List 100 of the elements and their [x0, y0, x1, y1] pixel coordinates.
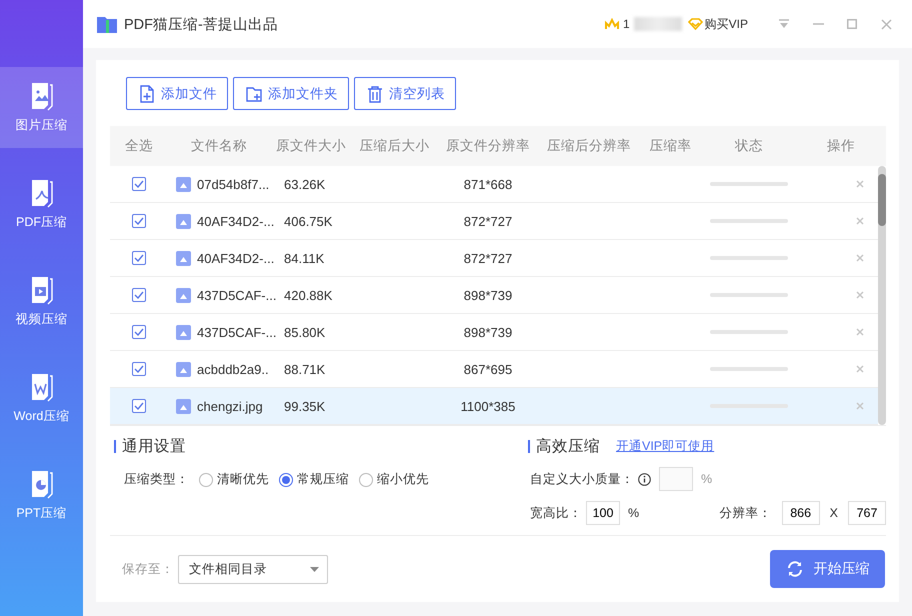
field-label: 保存至：	[122, 560, 174, 578]
file-name: acbddb2a9..	[197, 362, 269, 376]
checkbox[interactable]	[132, 325, 146, 339]
redaction-mark	[634, 17, 682, 31]
crown-icon	[604, 18, 619, 30]
sidebar-item[interactable]: 图片压缩	[0, 67, 83, 148]
section-title: 通用设置	[122, 437, 186, 457]
image-file-icon	[176, 324, 191, 340]
remove-icon[interactable]	[856, 254, 864, 262]
column-header: 压缩后分辨率	[546, 137, 632, 155]
file-name: 437D5CAF-...	[197, 324, 276, 340]
vip-link[interactable]: 开通VIP即可使用	[616, 438, 714, 455]
radio-button[interactable]	[199, 472, 213, 486]
image-file-icon	[176, 176, 191, 192]
radio-button[interactable]	[279, 472, 293, 486]
image-file-icon	[176, 288, 191, 302]
table-row[interactable]: chengzi.jpg 99.35K 1100*385	[110, 388, 878, 425]
save-location-dropdown[interactable]: 文件相同目录	[178, 554, 328, 584]
checkbox[interactable]	[132, 251, 146, 265]
minimize-icon[interactable]	[812, 23, 824, 25]
sidebar-item[interactable]: Word压缩	[0, 358, 83, 439]
buy-vip-link[interactable]: 购买VIP	[704, 16, 748, 32]
remove-icon[interactable]	[856, 328, 864, 336]
file-size: 99.35K	[283, 398, 326, 414]
resolution: 867*695	[462, 362, 514, 376]
column-header: 原文件分辨率	[445, 137, 531, 155]
width-field[interactable]: 866	[782, 501, 820, 525]
toolbar-button[interactable]: 添加文件夹	[233, 77, 349, 110]
file-name: chengzi.jpg	[197, 398, 263, 414]
unit-label: %	[628, 506, 640, 520]
column-header: 状态	[734, 137, 764, 155]
field-label: 自定义大小质量：	[530, 470, 634, 488]
file-name: 437D5CAF-...	[197, 288, 276, 302]
image-file-icon	[176, 398, 191, 414]
file-size: 63.26K	[283, 176, 326, 192]
field-label: 宽高比：	[530, 504, 582, 522]
radio-label[interactable]: 清晰优先	[217, 471, 269, 488]
column-header: 全选	[124, 137, 154, 155]
resolution: 898*739	[462, 324, 514, 340]
remove-icon[interactable]	[856, 217, 864, 225]
caret-icon	[310, 566, 319, 572]
remove-icon[interactable]	[856, 402, 864, 410]
unit-label: %	[701, 472, 712, 486]
checkbox[interactable]	[132, 288, 146, 302]
radio-label[interactable]: 常规压缩	[297, 471, 349, 488]
sidebar-item[interactable]: 视频压缩	[0, 261, 83, 342]
remove-icon[interactable]	[856, 180, 864, 188]
checkbox[interactable]	[132, 214, 146, 228]
column-header: 操作	[826, 137, 856, 155]
file-size: 88.71K	[283, 362, 326, 376]
column-header: 压缩后大小	[358, 137, 430, 155]
column-header: 文件名称	[190, 137, 248, 155]
ratio-field[interactable]: 100	[586, 501, 620, 525]
toolbar-button[interactable]: 清空列表	[354, 77, 456, 110]
trash-icon	[367, 84, 383, 102]
maximize-icon[interactable]	[847, 19, 857, 29]
section-title: 高效压缩	[536, 437, 600, 457]
checkbox[interactable]	[132, 177, 146, 191]
image-file-icon	[176, 250, 191, 266]
table-row[interactable]: 437D5CAF-... 420.88K 898*739	[110, 277, 878, 314]
resolution: 898*739	[462, 288, 514, 302]
scrollbar[interactable]	[878, 166, 886, 425]
resolution: 872*727	[462, 250, 514, 266]
radio-label[interactable]: 缩小优先	[377, 471, 429, 488]
remove-icon[interactable]	[856, 291, 864, 299]
checkbox[interactable]	[132, 362, 146, 376]
image-file-icon	[176, 214, 191, 228]
table-row[interactable]: 40AF34D2-... 406.75K 872*727	[110, 203, 878, 240]
column-header: 压缩率	[648, 137, 692, 155]
folder-zip-icon	[96, 14, 118, 34]
sidebar-item[interactable]: PDF压缩	[0, 164, 83, 245]
field-label: 压缩类型：	[124, 471, 189, 488]
diamond-icon	[688, 18, 703, 30]
table-row[interactable]: 437D5CAF-... 85.80K 898*739	[110, 314, 878, 351]
radio-button[interactable]	[359, 472, 373, 486]
add-folder-icon	[246, 84, 262, 102]
remove-icon[interactable]	[856, 365, 864, 373]
field-label: 分辨率：	[720, 504, 772, 522]
start-button[interactable]: 开始压缩	[770, 550, 885, 588]
user-name: 1	[622, 17, 630, 31]
close-icon[interactable]	[880, 18, 892, 30]
menu-icon[interactable]	[778, 19, 790, 29]
file-name: 40AF34D2-...	[197, 250, 274, 266]
image-file-icon	[176, 362, 191, 376]
resolution: 872*727	[462, 214, 514, 228]
resolution: 1100*385	[460, 398, 516, 414]
file-name: 07d54b8f7...	[197, 176, 270, 192]
refresh-icon	[786, 560, 804, 578]
checkbox[interactable]	[132, 399, 146, 413]
toolbar-button[interactable]: 添加文件	[126, 77, 228, 110]
column-header: 原文件大小	[275, 137, 347, 155]
table-row[interactable]: 07d54b8f7... 63.26K 871*668	[110, 166, 878, 203]
add-file-icon	[139, 84, 155, 102]
file-name: 40AF34D2-...	[197, 214, 274, 228]
window-title: PDF猫压缩-菩提山出品	[124, 16, 279, 34]
separator-label: X	[830, 506, 838, 520]
resolution: 871*668	[462, 176, 514, 192]
height-field[interactable]: 767	[848, 501, 886, 525]
table-row[interactable]: 40AF34D2-... 84.11K 872*727	[110, 240, 878, 277]
info-icon	[638, 472, 651, 486]
